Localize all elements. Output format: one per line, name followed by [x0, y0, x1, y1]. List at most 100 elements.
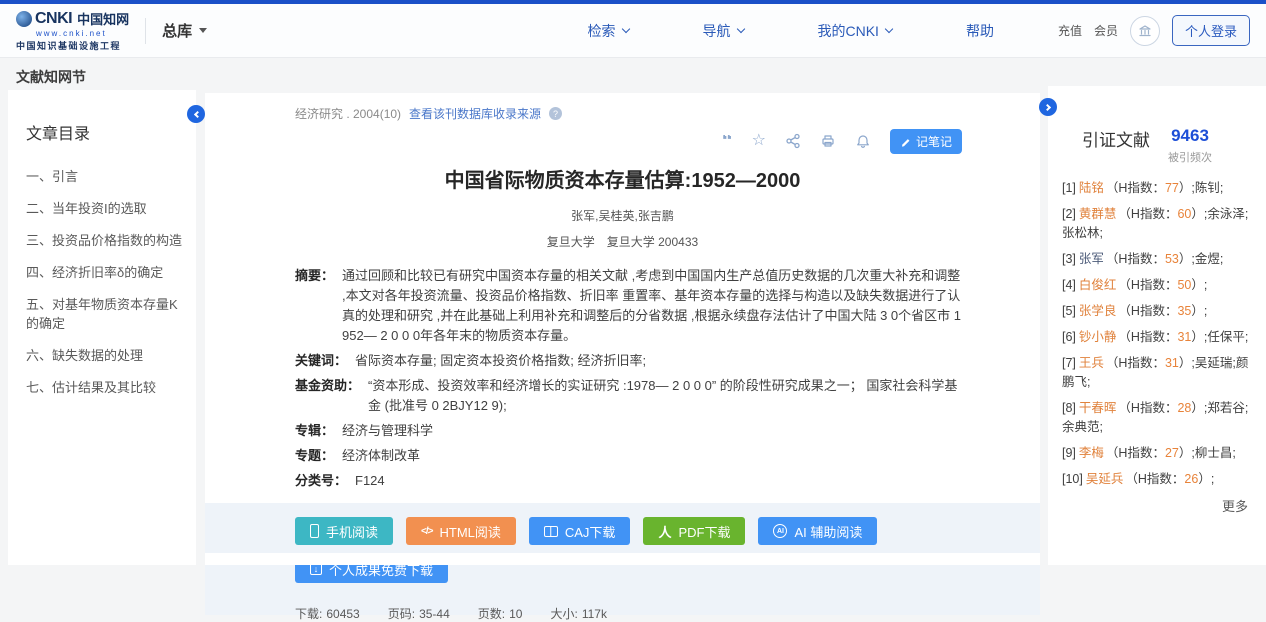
code-icon [421, 526, 432, 537]
nav-item[interactable]: 导航 [703, 21, 744, 41]
action-button[interactable]: PDF下载 [643, 517, 745, 545]
h-index-prefix: （H指数： [1106, 446, 1165, 460]
nav-item-label: 导航 [703, 21, 731, 41]
citation-coauthors: ;任保平; [1204, 330, 1248, 344]
globe-icon [16, 11, 32, 27]
h-index-suffix: ） [1191, 330, 1204, 344]
action-buttons-row: 手机阅读 HTML阅读 CAJ下载 PDF下载 [295, 517, 962, 545]
citation-item: [5]张学良（H指数：35）; [1062, 302, 1254, 321]
citation-author-link[interactable]: 干春晖 [1079, 401, 1117, 415]
journal-source[interactable]: 经济研究 . 2004(10) [295, 105, 401, 122]
personal-login-button[interactable]: 个人登录 [1172, 15, 1250, 46]
article-field: 关键词： 省际资本存量; 固定资本投资价格指数; 经济折旧率; [295, 351, 962, 371]
citation-author-link[interactable]: 白俊红 [1079, 278, 1117, 292]
action-button-label: PDF下载 [678, 522, 730, 541]
citations-count[interactable]: 9463 [1168, 126, 1212, 146]
action-button[interactable]: 手机阅读 [295, 517, 393, 545]
article-fields: 摘要： 通过回顾和比较已有研究中国资本存量的相关文献 ,考虑到中国国内生产总值历… [205, 250, 1040, 491]
citation-author-link[interactable]: 王兵 [1079, 356, 1104, 370]
stat-label: 页码: [388, 607, 415, 621]
citation-author-link[interactable]: 黄群慧 [1079, 207, 1117, 221]
stat-label: 下载: [295, 607, 322, 621]
h-index-suffix: ） [1191, 207, 1204, 221]
cnki-logo[interactable]: CNKI 中国知网 www.cnki.net 中国知识基础设施工程 [16, 9, 129, 52]
take-notes-button[interactable]: 记笔记 [890, 129, 962, 154]
source-row: 经济研究 . 2004(10) 查看该刊数据库收录来源 [205, 93, 1040, 122]
citation-author-link[interactable]: 吴延兵 [1086, 472, 1124, 486]
pdf-icon [658, 522, 671, 541]
source-database-link[interactable]: 查看该刊数据库收录来源 [409, 105, 541, 122]
citation-author-link[interactable]: 钞小静 [1079, 330, 1117, 344]
citation-author-link[interactable]: 张学良 [1079, 304, 1117, 318]
toc-list: 一、引言二、当年投资I的选取三、投资品价格指数的构造四、经济折旧率δ的确定五、对… [26, 166, 182, 396]
h-index-value: 50 [1177, 278, 1191, 292]
collapse-toc-button[interactable] [187, 105, 205, 123]
citations-list: [1]陆铭（H指数：77）;陈钊; [2]黄群慧（H指数：60）;余泳泽;张松林… [1048, 165, 1266, 489]
article-authors[interactable]: 张军,吴桂英,张吉鹏 [205, 207, 1040, 224]
institution-login-button[interactable] [1130, 16, 1160, 46]
citation-item: [10]吴延兵（H指数：26）; [1062, 470, 1254, 489]
stat-label: 大小: [550, 607, 577, 621]
h-index-prefix: （H指数： [1106, 356, 1165, 370]
stat-value: 117k [582, 607, 607, 621]
action-button[interactable]: CAJ下载 [529, 517, 631, 545]
citation-index: [7] [1062, 356, 1076, 370]
article-panel: 经济研究 . 2004(10) 查看该刊数据库收录来源 “ ☆ 记笔记 中国省际… [205, 93, 1040, 545]
field-label: 专题： [295, 446, 334, 466]
citation-item: [9]李梅（H指数：27）;柳士昌; [1062, 444, 1254, 463]
brand-url: www.cnki.net [36, 29, 129, 38]
stat: 页码:35-44 [388, 605, 450, 622]
collapse-citations-button[interactable] [1039, 98, 1057, 116]
breadcrumb: 文献知网节 [16, 69, 86, 85]
article-field: 专题： 经济体制改革 [295, 446, 962, 466]
toc-item[interactable]: 一、引言 [26, 166, 182, 185]
nav-item-label: 我的CNKI [818, 21, 879, 41]
toc-item[interactable]: 六、缺失数据的处理 [26, 345, 182, 364]
toc-item[interactable]: 四、经济折旧率δ的确定 [26, 262, 182, 281]
quick-link[interactable]: 充值 [1058, 22, 1082, 39]
citation-author-link[interactable]: 张军 [1079, 252, 1104, 266]
nav-item[interactable]: 检索 [588, 21, 629, 41]
quick-link[interactable]: 会员 [1094, 22, 1118, 39]
h-index-value: 35 [1177, 304, 1191, 318]
toc-item[interactable]: 五、对基年物质资本存量K的确定 [26, 294, 182, 332]
h-index-value: 26 [1184, 472, 1198, 486]
h-index-prefix: （H指数： [1125, 472, 1184, 486]
h-index-suffix: ） [1191, 401, 1204, 415]
h-index-prefix: （H指数： [1118, 207, 1177, 221]
action-button[interactable]: HTML阅读 [406, 517, 516, 545]
next-section-panel [205, 553, 1040, 565]
database-switcher[interactable]: 总库 [162, 20, 207, 41]
stat-value: 10 [509, 607, 522, 621]
action-button[interactable]: AI 辅助阅读 [758, 517, 877, 545]
bell-icon[interactable] [855, 133, 871, 149]
article-field: 分类号： F124 [295, 471, 962, 491]
toc-item[interactable]: 七、估计结果及其比较 [26, 377, 182, 396]
stat: 下载: 60453 [295, 605, 360, 622]
toc-item[interactable]: 三、投资品价格指数的构造 [26, 230, 182, 249]
print-icon[interactable] [820, 133, 836, 149]
citation-author-link[interactable]: 李梅 [1079, 446, 1104, 460]
nav-item-label: 帮助 [966, 21, 994, 41]
action-button-label: AI 辅助阅读 [794, 522, 862, 541]
star-favorite-icon[interactable]: ☆ [752, 133, 766, 149]
citation-item: [3]张军（H指数：53）;金煜; [1062, 250, 1254, 269]
toc-item[interactable]: 二、当年投资I的选取 [26, 198, 182, 217]
citation-coauthors: ; [1204, 278, 1207, 292]
institution-icon [1137, 23, 1153, 39]
chevron-down-icon [736, 25, 744, 33]
share-icon[interactable] [785, 133, 801, 149]
citation-item: [4]白俊红（H指数：50）; [1062, 276, 1254, 295]
stat: 大小: 117k [550, 605, 606, 622]
stat-value: 60453 [326, 607, 359, 621]
more-link[interactable]: 更多 [1048, 496, 1266, 515]
header: CNKI 中国知网 www.cnki.net 中国知识基础设施工程 总库 检索 … [0, 4, 1266, 58]
quote-icon[interactable]: “ [722, 135, 733, 147]
nav-item[interactable]: 我的CNKI [818, 21, 892, 41]
h-index-suffix: ） [1179, 356, 1192, 370]
citation-coauthors: ;陈钊; [1191, 181, 1223, 195]
action-button-label: CAJ下载 [565, 522, 616, 541]
nav-item[interactable]: 帮助 [966, 21, 994, 41]
info-icon[interactable] [549, 107, 562, 120]
citation-author-link[interactable]: 陆铭 [1079, 181, 1104, 195]
